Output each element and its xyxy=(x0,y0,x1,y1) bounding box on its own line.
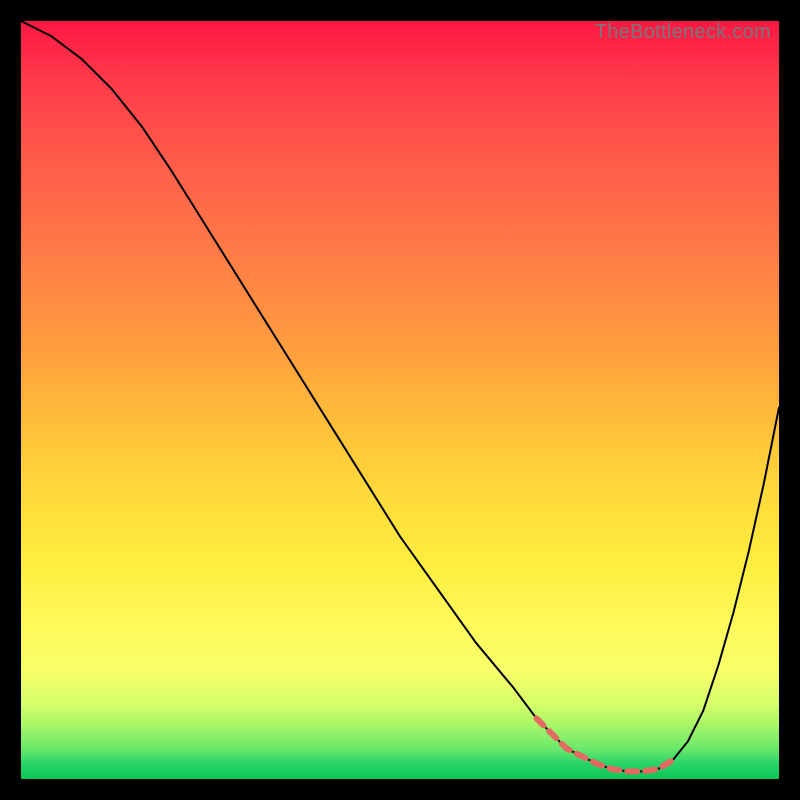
plot-area: TheBottleneck.com xyxy=(21,21,779,779)
optimal-range-marker xyxy=(536,718,672,771)
watermark-text: TheBottleneck.com xyxy=(595,21,771,44)
chart-svg xyxy=(21,21,779,779)
chart-frame: TheBottleneck.com xyxy=(0,0,800,800)
bottleneck-curve xyxy=(21,21,779,771)
